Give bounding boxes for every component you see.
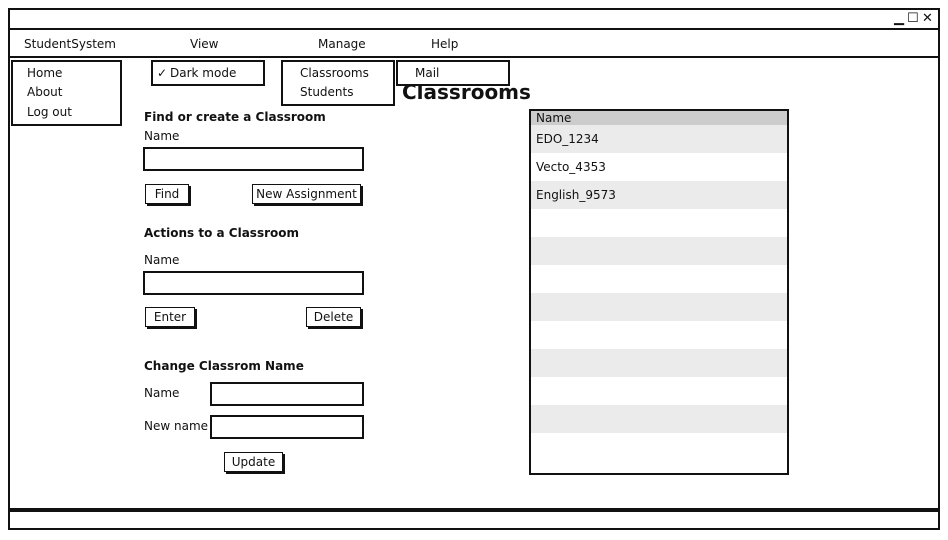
classroom-table: Name EDO_1234 Vecto_4353 English_9573 [529, 109, 789, 475]
enter-button[interactable]: Enter [145, 307, 195, 327]
update-button[interactable]: Update [224, 452, 283, 472]
close-icon[interactable]: ✕ [922, 12, 933, 26]
new-name-label: New name [144, 419, 209, 433]
menu-help[interactable]: Help [431, 37, 458, 51]
new-name-input[interactable] [210, 415, 364, 439]
view-dropdown: ✓ Dark mode [151, 60, 265, 86]
actions-section-heading: Actions to a Classroom [144, 226, 300, 240]
title-bar [8, 8, 940, 30]
table-row[interactable]: EDO_1234 [531, 125, 787, 153]
menu-view[interactable]: View [190, 37, 218, 51]
menu-item-classrooms[interactable]: Classrooms [300, 66, 369, 80]
help-dropdown: Mail [396, 60, 510, 86]
find-button[interactable]: Find [145, 184, 189, 204]
table-row[interactable] [531, 209, 787, 237]
menu-manage[interactable]: Manage [318, 37, 366, 51]
table-row[interactable] [531, 293, 787, 321]
find-name-label: Name [144, 129, 180, 143]
menu-item-home[interactable]: Home [27, 66, 62, 80]
table-row[interactable]: Vecto_4353 [531, 153, 787, 181]
table-row[interactable] [531, 433, 787, 461]
minimize-icon[interactable]: ▁ [894, 12, 904, 26]
manage-dropdown: Classrooms Students [281, 60, 395, 106]
menu-item-logout[interactable]: Log out [27, 105, 72, 119]
menu-bar [8, 30, 940, 58]
menu-studentsystem[interactable]: StudentSystem [24, 37, 116, 51]
table-row[interactable] [531, 405, 787, 433]
menu-item-dark-mode[interactable]: Dark mode [170, 66, 236, 80]
table-row[interactable] [531, 265, 787, 293]
new-assignment-button[interactable]: New Assignment [252, 184, 361, 204]
menu-item-mail[interactable]: Mail [415, 66, 439, 80]
delete-button[interactable]: Delete [306, 307, 361, 327]
table-row[interactable]: English_9573 [531, 181, 787, 209]
checkmark-icon: ✓ [157, 66, 168, 80]
actions-name-label: Name [144, 253, 180, 267]
table-row[interactable] [531, 237, 787, 265]
actions-name-input[interactable] [143, 271, 364, 295]
menu-item-about[interactable]: About [27, 85, 62, 99]
table-row[interactable] [531, 377, 787, 405]
rename-name-input[interactable] [210, 382, 364, 406]
table-header-name[interactable]: Name [531, 111, 787, 125]
find-name-input[interactable] [143, 147, 364, 171]
table-row[interactable] [531, 349, 787, 377]
maximize-icon[interactable]: ☐ [907, 12, 919, 26]
find-section-heading: Find or create a Classroom [144, 110, 326, 124]
table-row[interactable] [531, 321, 787, 349]
studentsystem-dropdown: Home About Log out [11, 60, 122, 126]
status-bar [8, 510, 940, 530]
rename-section-heading: Change Classrom Name [144, 359, 304, 373]
menu-item-students[interactable]: Students [300, 85, 354, 99]
rename-name-label: Name [144, 386, 180, 400]
